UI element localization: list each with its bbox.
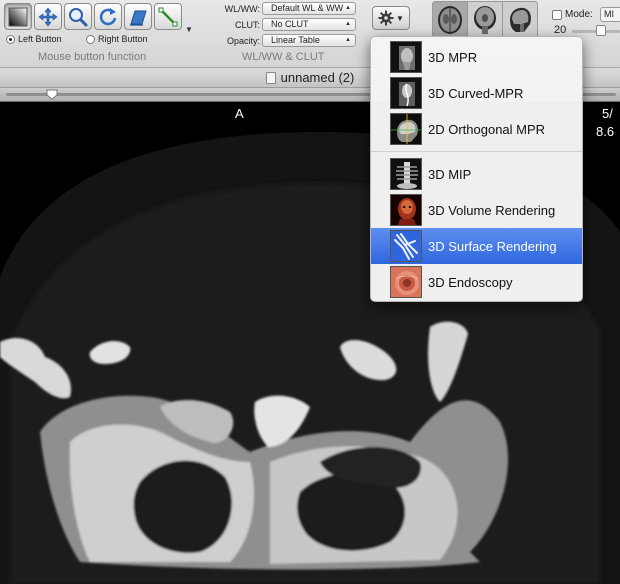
mode-select[interactable]: MI	[600, 7, 620, 22]
right-button-radio[interactable]: Right Button	[86, 34, 148, 44]
slice-info-line-2: 8.6	[596, 124, 615, 139]
document-icon	[265, 71, 276, 84]
mode-number: 20	[554, 24, 567, 36]
length-measure-icon	[158, 7, 178, 26]
endoscopy-thumb-icon	[391, 267, 421, 297]
menu-item-label: 3D Volume Rendering	[428, 202, 556, 218]
right-button-label: Right Button	[98, 34, 148, 44]
left-button-radio[interactable]: Left Button	[6, 34, 62, 44]
volume-rendering-thumb-icon	[391, 195, 421, 225]
move-tool-button[interactable]	[34, 3, 62, 30]
menu-item-label: 3D Curved-MPR	[428, 85, 524, 101]
scroll-stack-icon	[130, 10, 147, 26]
wl-ww-icon	[8, 7, 28, 26]
wl-clut-section-label: WL/WW & CLUT	[242, 51, 325, 63]
slice-info-line-1: 5/	[602, 106, 613, 121]
opacity-popup[interactable]: Linear Table ▲▼	[262, 34, 356, 47]
checkbox-icon	[552, 9, 562, 20]
popup-arrows-icon: ▲▼	[345, 5, 351, 11]
clut-value: No CLUT	[271, 19, 309, 29]
clut-popup[interactable]: No CLUT ▲▼	[262, 18, 356, 31]
gear-icon	[378, 10, 394, 26]
length-measure-tool-button[interactable]	[154, 3, 182, 30]
orientation-label-top: A	[235, 106, 244, 121]
slice-slider-knob[interactable]	[46, 89, 58, 100]
axial-view-button[interactable]	[433, 2, 468, 37]
wl-ww-tool-button[interactable]	[4, 3, 32, 30]
menu-separator	[371, 151, 582, 152]
radio-selected-icon	[6, 34, 15, 44]
menu-item-label: 3D Endoscopy	[428, 274, 513, 290]
toolbar-overflow-icon[interactable]: ▼	[185, 25, 193, 34]
radio-unselected-icon	[86, 34, 95, 44]
view-mode-menu-button[interactable]: ▼	[372, 6, 410, 30]
menu-item-3d-mpr[interactable]: 3D MPR	[371, 39, 582, 75]
menu-item-3d-volume-rendering[interactable]: 3D Volume Rendering	[371, 192, 582, 228]
menu-item-label: 2D Orthogonal MPR	[428, 121, 546, 137]
mip-thumb-icon	[391, 159, 421, 189]
rotate-tool-button[interactable]	[94, 3, 122, 30]
wl-ww-label: WL/WW:	[224, 4, 260, 14]
scroll-stack-tool-button[interactable]	[124, 3, 152, 30]
left-button-label: Left Button	[18, 34, 62, 44]
zoom-tool-button[interactable]	[64, 3, 92, 30]
sagittal-brain-icon	[510, 7, 531, 32]
menu-item-3d-surface-rendering[interactable]: 3D Surface Rendering	[371, 228, 582, 264]
move-icon	[38, 7, 58, 26]
zoom-icon	[69, 7, 88, 26]
menu-item-label: 3D Surface Rendering	[428, 238, 557, 254]
surface-rendering-thumb-icon	[391, 231, 421, 261]
menu-item-3d-endoscopy[interactable]: 3D Endoscopy	[371, 264, 582, 300]
opacity-label: Opacity:	[226, 36, 260, 46]
mpr-thumb-icon	[391, 42, 421, 72]
chevron-down-icon: ▼	[396, 13, 404, 23]
view-mode-menu: 3D MPR 3D Curved-MPR 2D Orthogonal MPR 3…	[370, 36, 583, 302]
mode-slider-knob[interactable]	[596, 25, 606, 36]
menu-item-3d-mip[interactable]: 3D MIP	[371, 156, 582, 192]
menu-item-label: 3D MIP	[428, 166, 472, 182]
sagittal-view-button[interactable]	[503, 2, 537, 37]
opacity-value: Linear Table	[271, 35, 320, 45]
rotate-icon	[99, 7, 117, 25]
menu-item-3d-curved-mpr[interactable]: 3D Curved-MPR	[371, 75, 582, 111]
menu-item-label: 3D MPR	[428, 49, 478, 65]
axial-brain-icon	[438, 5, 462, 34]
popup-arrows-icon: ▲▼	[345, 21, 351, 27]
coronal-view-button[interactable]	[468, 2, 503, 37]
curved-mpr-thumb-icon	[391, 78, 421, 108]
mouse-section-label: Mouse button function	[38, 51, 147, 63]
orthogonal-mpr-thumb-icon	[391, 114, 421, 144]
menu-item-2d-orthogonal-mpr[interactable]: 2D Orthogonal MPR	[371, 111, 582, 147]
clut-label: CLUT:	[234, 20, 260, 30]
mode-checkbox[interactable]: Mode:	[552, 9, 593, 20]
window-title: unnamed (2)	[280, 70, 355, 85]
wl-ww-popup[interactable]: Default WL & WW ▲▼	[262, 2, 356, 15]
mode-label: Mode:	[565, 9, 593, 20]
coronal-brain-icon	[474, 5, 496, 34]
popup-arrows-icon: ▲▼	[345, 37, 351, 43]
wl-ww-value: Default WL & WW	[271, 3, 344, 13]
orientation-selector	[432, 1, 538, 38]
